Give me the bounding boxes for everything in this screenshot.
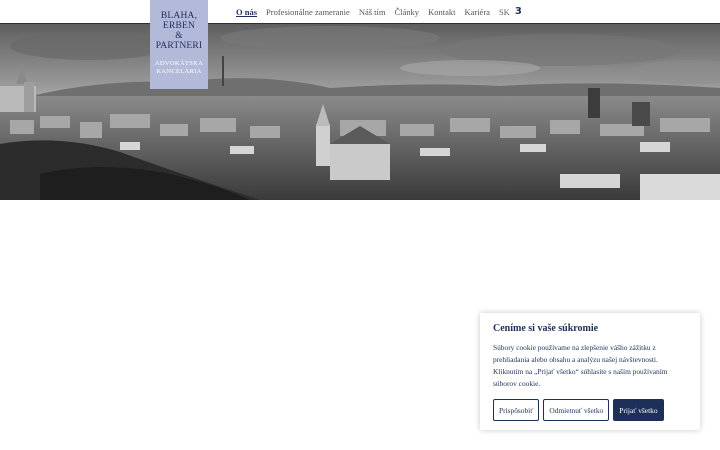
menu-icon[interactable]: 3 — [515, 6, 522, 17]
logo-names: BLAHA, ERBEN & PARTNERI — [150, 11, 208, 51]
logo-line-1: BLAHA, — [160, 11, 198, 21]
logo-subtitle: ADVOKÁTSKA KANCELÁRIA — [150, 60, 208, 76]
logo-sub-2: KANCELÁRIA — [156, 68, 202, 75]
nav-item-kariera[interactable]: Kariéra — [464, 7, 489, 17]
cookie-buttons: Prispôsobiť Odmietnuť všetko Prijať všet… — [493, 399, 687, 421]
city-panorama-image — [0, 24, 720, 200]
customize-button[interactable]: Prispôsobiť — [493, 399, 540, 421]
reject-all-button[interactable]: Odmietnuť všetko — [543, 399, 610, 421]
language-switcher[interactable]: SK — [499, 7, 510, 17]
nav-item-nas-tim[interactable]: Náš tím — [359, 7, 386, 17]
site-header: O nás Profesionálne zameranie Náš tím Čl… — [0, 0, 720, 24]
logo-sub-1: ADVOKÁTSKA — [154, 60, 204, 67]
main-navigation: O nás Profesionálne zameranie Náš tím Čl… — [236, 6, 522, 17]
logo-line-2: ERBEN — [162, 21, 196, 31]
cookie-title: Ceníme si vaše súkromie — [493, 323, 599, 334]
hero-city-image — [0, 24, 720, 200]
accept-all-button[interactable]: Prijať všetko — [613, 399, 664, 421]
nav-item-kontakt[interactable]: Kontakt — [428, 7, 455, 17]
logo-line-3: & — [175, 31, 183, 41]
logo-line-4: PARTNERI — [155, 41, 203, 51]
cookie-text: Súbory cookie používame na zlepšenie váš… — [493, 343, 668, 388]
nav-item-profesionalne-zameranie[interactable]: Profesionálne zameranie — [266, 7, 350, 17]
nav-item-o-nas[interactable]: O nás — [236, 7, 257, 17]
cookie-consent-banner: Ceníme si vaše súkromie Súbory cookie po… — [480, 313, 700, 430]
logo[interactable]: BLAHA, ERBEN & PARTNERI ADVOKÁTSKA KANCE… — [150, 0, 208, 89]
nav-item-clanky[interactable]: Články — [395, 7, 420, 17]
